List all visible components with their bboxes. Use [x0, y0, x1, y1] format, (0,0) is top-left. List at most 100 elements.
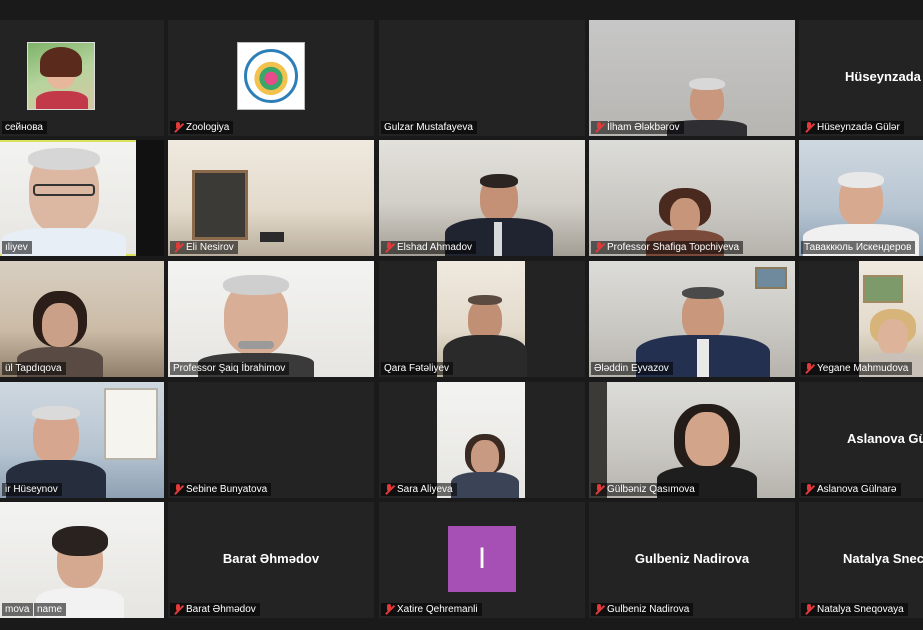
participant-display-name: Aslanova Gü [847, 431, 923, 446]
participant-name-label: Professor Şaiq İbrahimov [170, 362, 290, 375]
mic-off-icon [804, 363, 814, 374]
participant-name-label: сейнова [2, 121, 47, 134]
participant-name: Sara Aliyeva [397, 484, 453, 495]
participant-name-label: ir Hüseynov [2, 483, 62, 496]
mic-off-icon [173, 242, 183, 253]
participant-avatar: I [448, 526, 516, 592]
participant-tile[interactable]: Gulbeniz Nadirova Gulbeniz Nadirova [589, 502, 795, 618]
participant-tile[interactable]: Qara Fətəliyev [379, 261, 585, 377]
mic-off-icon [594, 484, 604, 495]
participant-name: Zoologiya [186, 122, 230, 133]
participant-tile[interactable]: Professor Şaiq İbrahimov [168, 261, 374, 377]
mic-off-icon [384, 604, 394, 615]
participant-name: Aslanova Gülnarə [817, 484, 897, 495]
participant-tile[interactable]: Sara Aliyeva [379, 382, 585, 498]
participant-name-label: Professor Shafiga Topchiyeva [591, 241, 744, 254]
participant-name-label-secondary: name [34, 603, 67, 616]
participant-name-label: ıliyev [2, 241, 32, 254]
mic-off-icon [384, 242, 394, 253]
participant-tile[interactable]: Eli Nesirov [168, 140, 374, 256]
mic-off-icon [173, 604, 183, 615]
participant-tile[interactable]: сейнова [0, 20, 164, 136]
mic-off-icon [804, 122, 814, 133]
participant-name: Hüseynzadə Gülər [817, 122, 900, 133]
participant-name-label: Xatire Qehremanli [381, 603, 482, 616]
participant-tile[interactable]: Sebine Bunyatova [168, 382, 374, 498]
participant-name-label: Aslanova Gülnarə [801, 483, 901, 496]
participant-name: Professor Şaiq İbrahimov [173, 363, 286, 374]
mic-off-icon [804, 484, 814, 495]
participant-name: Gulzar Mustafayeva [384, 122, 473, 133]
participant-tile[interactable]: Natalya Snec Natalya Sneqovaya [799, 502, 923, 618]
participant-name-label: Yegane Mahmudova [801, 362, 913, 375]
participant-tile-active-speaker[interactable]: ıliyev [0, 140, 164, 256]
participant-name-label: Таваккюль Искендеров [801, 241, 916, 254]
participant-name: Gülbəniz Qasımova [607, 484, 695, 495]
mic-off-icon [594, 604, 604, 615]
participant-name: Natalya Sneqovaya [817, 604, 904, 615]
participant-name-label: Eli Nesirov [170, 241, 238, 254]
participant-name: İlham Ələkbərov [607, 122, 680, 133]
participant-tile[interactable]: Gülbəniz Qasımova [589, 382, 795, 498]
participant-tile[interactable]: I Xatire Qehremanli [379, 502, 585, 618]
participant-name: Barat Əhmədov [186, 604, 256, 615]
participant-tile[interactable]: Aslanova Gü Aslanova Gülnarə [799, 382, 923, 498]
participant-name-label: Gülbəniz Qasımova [591, 483, 699, 496]
participant-tile[interactable]: mova name [0, 502, 164, 618]
zoologiya-logo [237, 42, 305, 110]
participant-tile[interactable]: Barat Əhmədov Barat Əhmədov [168, 502, 374, 618]
mic-off-icon [384, 484, 394, 495]
participant-tile[interactable]: Zoologiya [168, 20, 374, 136]
participant-name-extra: name [37, 604, 63, 615]
participant-name-label: Zoologiya [170, 121, 234, 134]
participant-tile[interactable]: İlham Ələkbərov [589, 20, 795, 136]
participant-video [442, 289, 528, 377]
participant-display-name: Barat Əhmədov [222, 551, 320, 566]
participant-name-label: Sara Aliyeva [381, 483, 457, 496]
participant-name: Eli Nesirov [186, 242, 234, 253]
participant-name: Elshad Ahmadov [397, 242, 473, 253]
participant-name: Yegane Mahmudova [817, 363, 909, 374]
participant-name-label: ül Tapdıqova [2, 362, 66, 375]
participant-name-label: Qara Fətəliyev [381, 362, 454, 375]
participant-name-label: mova [2, 603, 34, 616]
participant-display-name: Hüseynzada [845, 69, 921, 84]
participant-name: сейнова [5, 122, 43, 133]
participant-tile[interactable]: Hüseynzada Hüseynzadə Gülər [799, 20, 923, 136]
participant-name-label: Gulbeniz Nadirova [591, 603, 694, 616]
mic-off-icon [594, 242, 604, 253]
participant-name: Ələddin Eyvazov [594, 363, 669, 374]
participant-name: ıliyev [5, 242, 28, 253]
participant-name: Таваккюль Искендеров [804, 242, 912, 253]
participant-name-label: Gulzar Mustafayeva [381, 121, 477, 134]
participant-name-label: Hüseynzadə Gülər [801, 121, 904, 134]
participant-name: Professor Shafiga Topchiyeva [607, 242, 740, 253]
mic-off-icon [173, 122, 183, 133]
participant-tile[interactable]: Таваккюль Искендеров [799, 140, 923, 256]
participant-tile[interactable]: Professor Shafiga Topchiyeva [589, 140, 795, 256]
participant-video [0, 144, 129, 256]
background-door [192, 170, 248, 240]
participant-name: Gulbeniz Nadirova [607, 604, 690, 615]
participant-name: Sebine Bunyatova [186, 484, 268, 495]
participant-tile[interactable]: ül Tapdıqova [0, 261, 164, 377]
participant-tile[interactable]: Ələddin Eyvazov [589, 261, 795, 377]
participant-name: ir Hüseynov [5, 484, 58, 495]
mic-off-icon [173, 484, 183, 495]
participant-tile[interactable]: Yegane Mahmudova [799, 261, 923, 377]
participant-display-name: Gulbeniz Nadirova [634, 551, 750, 566]
participant-name-label: Ələddin Eyvazov [591, 362, 673, 375]
participant-name-label: Barat Əhmədov [170, 603, 260, 616]
participant-name: Xatire Qehremanli [397, 604, 478, 615]
participant-display-name: Natalya Snec [843, 551, 923, 566]
participant-name-label: Elshad Ahmadov [381, 241, 477, 254]
participant-name-label: Natalya Sneqovaya [801, 603, 908, 616]
video-gallery-grid: сейнова Zoologiya Gulzar Mustafayeva İlh… [0, 0, 923, 630]
participant-video [450, 434, 520, 498]
participant-name-label: Sebine Bunyatova [170, 483, 272, 496]
mic-off-icon [594, 122, 604, 133]
participant-tile[interactable]: ir Hüseynov [0, 382, 164, 498]
participant-tile[interactable]: Gulzar Mustafayeva [379, 20, 585, 136]
participant-tile[interactable]: Elshad Ahmadov [379, 140, 585, 256]
mic-off-icon [804, 604, 814, 615]
